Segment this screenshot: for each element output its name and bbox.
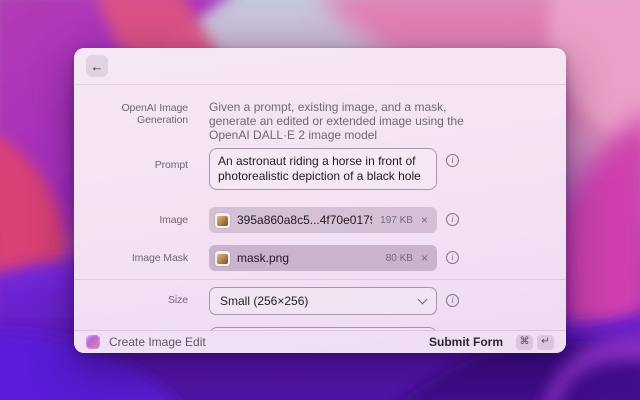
window-footer: Create Image Edit Submit Form ⌘ ↵ [74,330,566,353]
extension-description: Given a prompt, existing image, and a ma… [209,100,509,142]
command-key-badge: ⌘ [516,334,533,350]
submit-form-button[interactable]: Submit Form [429,335,503,349]
description-line: Given a prompt, existing image, and a ma… [209,100,447,114]
close-icon[interactable]: × [421,251,428,265]
image-row: Image 395a860a8c5...4f70e01796.png 197 K… [74,207,566,233]
image-mask-filename: mask.png [237,251,290,265]
form-section-divider [74,279,566,280]
back-button[interactable]: ← [86,55,108,77]
size-dropdown[interactable]: Small (256×256) [209,287,437,315]
close-icon[interactable]: × [421,213,428,227]
command-title: Create Image Edit [109,335,206,349]
extension-name-label: OpenAI Image Generation [121,102,188,126]
description-line: OpenAI DALL·E 2 image model [209,128,378,142]
form-area: OpenAI Image Generation Given a prompt, … [74,85,566,330]
prompt-textarea[interactable]: An astronaut riding a horse in front of … [209,148,437,190]
arrow-left-icon: ← [90,58,104,74]
dalle-extension-icon [86,335,100,349]
raycast-form-window: ← OpenAI Image Generation Given a prompt… [74,48,566,353]
return-key-badge: ↵ [537,334,554,350]
prompt-row: Prompt An astronaut riding a horse in fr… [74,148,566,190]
info-circle-icon[interactable]: i [446,251,459,264]
window-header: ← [74,48,566,85]
image-filename: 395a860a8c5...4f70e01796.png [237,213,372,227]
image-mask-label: Image Mask [131,252,188,264]
image-mask-row: Image Mask mask.png 80 KB × i [74,245,566,271]
image-label: Image [159,214,188,226]
extension-description-row: OpenAI Image Generation Given a prompt, … [74,100,566,142]
info-circle-icon[interactable]: i [446,154,459,167]
image-mask-file-chip[interactable]: mask.png 80 KB × [209,245,437,271]
description-line: generate an edited or extended image usi… [209,114,464,128]
size-row: Size Small (256×256) i [74,287,566,315]
image-mask-filesize: 80 KB [385,252,413,264]
info-circle-icon[interactable]: i [446,213,459,226]
image-filesize: 197 KB [380,214,413,226]
next-field-clipped[interactable] [209,327,437,330]
prompt-label: Prompt [154,159,188,171]
file-thumbnail-icon [215,212,230,228]
size-selected-value: Small (256×256) [220,294,309,308]
image-file-chip[interactable]: 395a860a8c5...4f70e01796.png 197 KB × [209,207,437,233]
size-label: Size [167,294,188,306]
info-circle-icon[interactable]: i [446,294,459,307]
file-thumbnail-icon [215,250,230,266]
chevron-down-icon [417,294,428,305]
